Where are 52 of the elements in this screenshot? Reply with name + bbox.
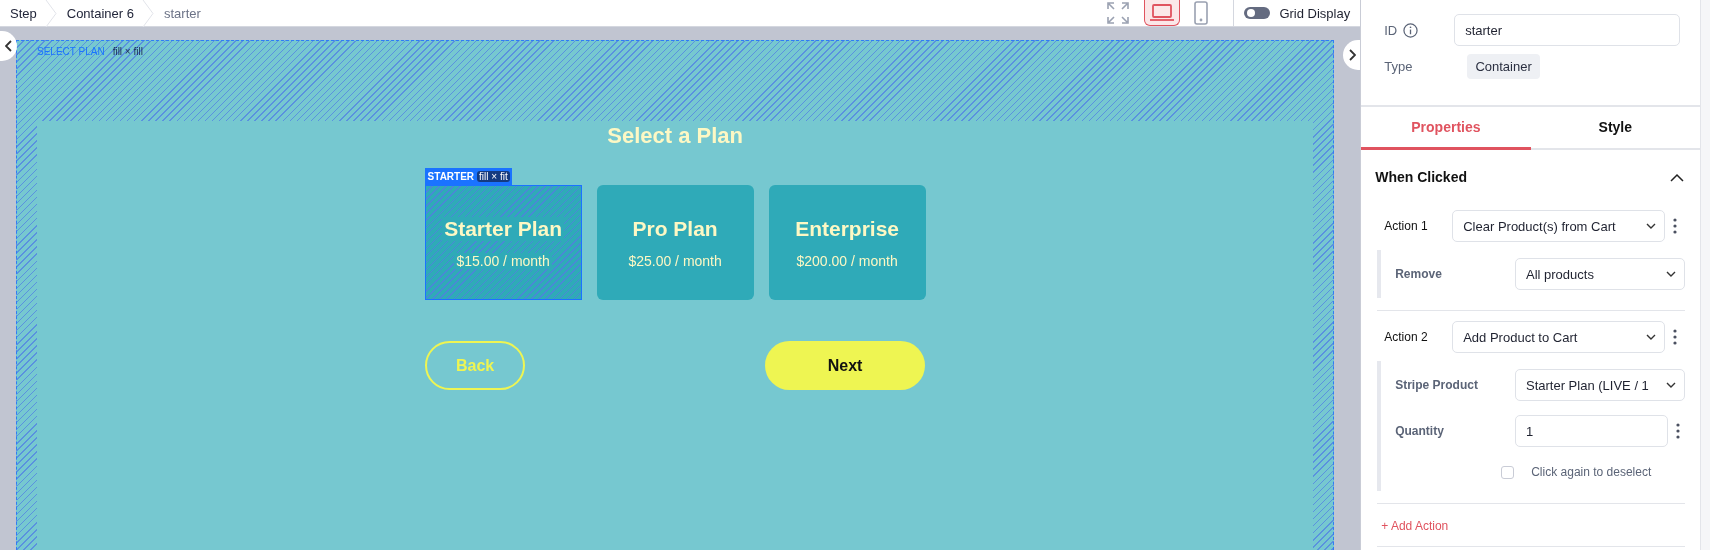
dropdown-icon — [1666, 271, 1676, 277]
plan-name: Starter Plan — [442, 216, 565, 241]
action-select[interactable]: Clear Product(s) from Cart — [1452, 210, 1666, 242]
element-name-label: STARTER — [427, 171, 475, 182]
action-label: Action 2 — [1383, 330, 1429, 344]
quantity-input-field[interactable]: 1 — [1515, 415, 1668, 447]
dropdown-icon — [1666, 382, 1676, 388]
param-label: Quantity — [1394, 424, 1445, 438]
chevron-left-icon — [4, 40, 13, 52]
chevron-icon — [44, 0, 57, 27]
breadcrumb-item[interactable]: Container 6 — [66, 5, 142, 21]
param-select[interactable]: Starter Plan (LIVE / 1 — [1515, 369, 1685, 401]
laptop-button[interactable] — [1144, 0, 1181, 26]
section-title: When Clicked — [1375, 169, 1467, 185]
collapse-left-button[interactable] — [0, 31, 17, 61]
breadcrumb-item[interactable]: Step — [10, 5, 45, 21]
grid-display-toggle[interactable] — [1244, 7, 1271, 19]
panel-tab[interactable]: Properties — [1361, 107, 1531, 150]
grid-display-label: Grid Display — [1279, 5, 1351, 21]
more-icon[interactable] — [1673, 329, 1678, 345]
action-label: Action 1 — [1383, 219, 1429, 233]
caret-icon[interactable] — [1670, 172, 1684, 182]
type-label: Type — [1384, 58, 1413, 74]
plan-price: $200.00 / month — [794, 252, 900, 269]
action-select[interactable]: Add Product to Cart — [1452, 321, 1666, 353]
type-chip: Container — [1467, 53, 1540, 79]
id-label: ID — [1384, 22, 1398, 38]
chevron-icon — [141, 0, 154, 27]
chevron-right-icon — [1347, 49, 1356, 61]
collapse-right-button[interactable] — [1343, 40, 1361, 70]
panel-tab[interactable]: Style — [1530, 107, 1700, 150]
breadcrumb-item[interactable]: starter — [163, 5, 209, 21]
container-name-label: SELECT PLAN — [37, 45, 105, 57]
dropdown-icon — [1646, 223, 1657, 229]
param-label: Remove — [1394, 267, 1443, 281]
checkbox-label: Click again to deselect — [1531, 465, 1652, 479]
plan-price: $15.00 / month — [454, 252, 552, 269]
plan-price: $25.00 / month — [626, 252, 724, 269]
param-label: Stripe Product — [1394, 378, 1479, 392]
size-label: fill × fit — [477, 171, 510, 182]
more-icon[interactable] — [1673, 218, 1678, 234]
dropdown-icon — [1646, 334, 1657, 340]
plan-heading: Select a Plan — [607, 123, 743, 149]
add-action-link[interactable]: + Add Action — [1381, 519, 1449, 533]
selected-container[interactable]: SELECT PLAN fill × fill Select a Plan STARTER fill × fit Starter Plan $15.00 / month Pro Plan $25.00 / month Enterprise $200.00 / month Back Next — [16, 40, 1335, 550]
more-icon[interactable] — [1676, 423, 1680, 439]
info-icon[interactable] — [1403, 22, 1419, 38]
id-input-field[interactable]: starter — [1454, 14, 1681, 46]
param-select[interactable]: All products — [1515, 258, 1685, 290]
size-label: fill × fill — [112, 45, 143, 57]
checkbox[interactable] — [1501, 465, 1515, 479]
next-button[interactable]: Next — [765, 341, 926, 390]
